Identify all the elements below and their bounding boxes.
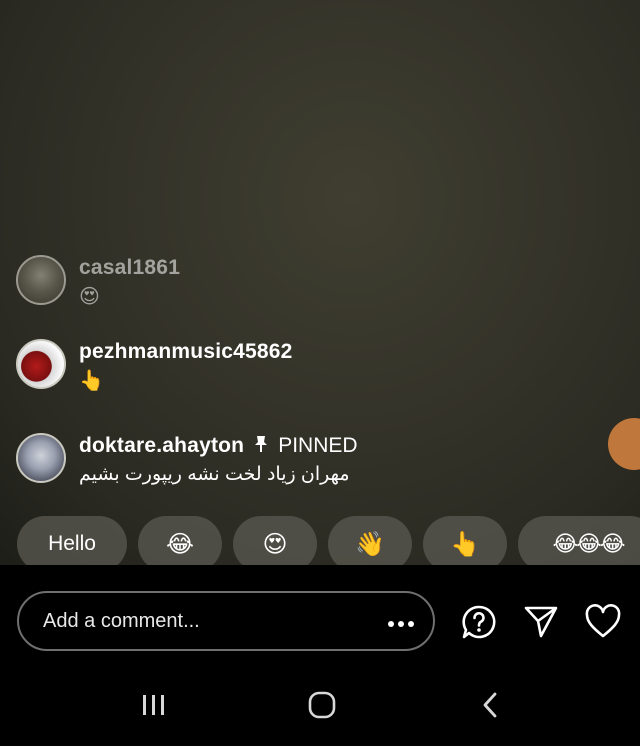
comment-item: casal1861 😍 xyxy=(16,255,180,311)
comment-username[interactable]: pezhmanmusic45862 xyxy=(79,339,293,365)
avatar[interactable] xyxy=(16,339,66,389)
comment-username[interactable]: casal1861 xyxy=(79,255,180,281)
comment-body: casal1861 😍 xyxy=(79,255,180,311)
send-icon[interactable] xyxy=(522,603,560,641)
avatar[interactable] xyxy=(16,433,66,483)
comment-body: pezhmanmusic45862 👆 xyxy=(79,339,293,395)
heart-icon[interactable] xyxy=(584,603,622,641)
comment-header: doktare.ahayton PINNED xyxy=(79,433,358,459)
question-circle-icon[interactable] xyxy=(460,603,498,641)
pinned-label: PINNED xyxy=(278,434,358,457)
recent-apps-icon[interactable] xyxy=(134,685,174,725)
back-icon[interactable] xyxy=(470,685,510,725)
bottom-bar: Add a comment... xyxy=(0,565,640,746)
home-icon[interactable] xyxy=(302,685,342,725)
system-nav-bar xyxy=(0,685,640,735)
comment-username[interactable]: doktare.ahayton xyxy=(79,433,244,459)
quick-reaction-point-up[interactable]: 👆 xyxy=(423,516,507,572)
comment-body: doktare.ahayton PINNED مهران زیاد لخت نش… xyxy=(79,433,358,489)
quick-reaction-laughing[interactable]: 😂 xyxy=(138,516,222,572)
quick-reaction-wave[interactable]: 👋 xyxy=(328,516,412,572)
quick-reply-hello[interactable]: Hello xyxy=(17,516,127,572)
pin-icon xyxy=(254,435,268,458)
avatar[interactable] xyxy=(16,255,66,305)
pinned-comment-item: doktare.ahayton PINNED مهران زیاد لخت نش… xyxy=(16,433,358,489)
comment-text: 😍 xyxy=(79,286,100,308)
comment-item: pezhmanmusic45862 👆 xyxy=(16,339,293,395)
comment-input-placeholder: Add a comment... xyxy=(43,609,200,632)
quick-reaction-triple-laugh[interactable]: 😂😂😂 xyxy=(518,516,640,572)
quick-reactions-bar: Hello 😂 😍 👋 👆 😂😂😂 xyxy=(17,516,640,572)
instagram-live-screen: casal1861 😍 pezhmanmusic45862 👆 doktare.… xyxy=(0,0,640,746)
quick-reaction-heart-eyes[interactable]: 😍 xyxy=(233,516,317,572)
comment-input[interactable]: Add a comment... xyxy=(17,591,435,651)
comment-text: مهران زیاد لخت نشه ریپورت بشیم xyxy=(79,464,350,485)
comment-text: 👆 xyxy=(79,370,104,392)
more-horizontal-icon[interactable] xyxy=(387,608,415,634)
